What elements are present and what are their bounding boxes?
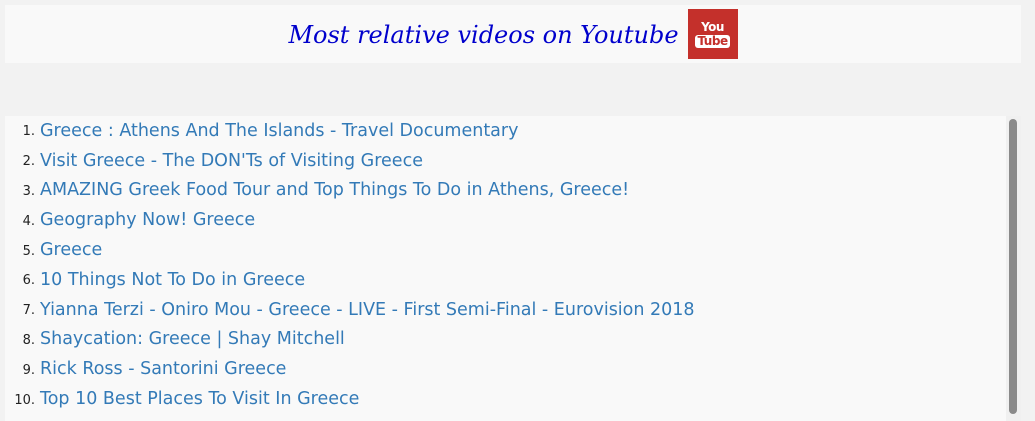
list-item: 3. AMAZING Greek Food Tour and Top Thing… (5, 176, 1021, 206)
list-item-number: 4. (22, 213, 35, 229)
video-link[interactable]: Rick Ross - Santorini Greece (40, 359, 286, 379)
video-link[interactable]: Greece (40, 240, 102, 260)
list-item-number: 8. (22, 332, 35, 348)
vertical-scrollbar[interactable] (1006, 116, 1021, 421)
list-item: 4. Geography Now! Greece (5, 205, 1021, 235)
list-item-number: 3. (22, 183, 35, 199)
video-link[interactable]: Visit Greece - The DON'Ts of Visiting Gr… (40, 151, 423, 171)
video-link[interactable]: Yianna Terzi - Oniro Mou - Greece - LIVE… (40, 300, 695, 320)
list-item: 5. Greece (5, 235, 1021, 265)
video-link[interactable]: Geography Now! Greece (40, 210, 255, 230)
list-item-number: 10. (14, 392, 35, 408)
video-link[interactable]: 10 Things Not To Do in Greece (40, 270, 305, 290)
list-item-number: 7. (22, 303, 35, 319)
youtube-logo-tube-text: Tube (695, 33, 730, 48)
list-item-number: 5. (22, 243, 35, 259)
list-item: 8. Shaycation: Greece | Shay Mitchell (5, 325, 1021, 355)
list-item-number: 9. (22, 362, 35, 378)
list-item: 10. Top 10 Best Places To Visit In Greec… (5, 384, 1021, 414)
header-bar: Most relative videos on Youtube You Tube (5, 5, 1021, 63)
list-item: 6. 10 Things Not To Do in Greece (5, 265, 1021, 295)
video-link[interactable]: Shaycation: Greece | Shay Mitchell (40, 329, 345, 349)
video-link[interactable]: Greece : Athens And The Islands - Travel… (40, 121, 518, 141)
list-item-number: 1. (22, 124, 35, 140)
video-link[interactable]: Top 10 Best Places To Visit In Greece (40, 389, 359, 409)
youtube-icon: You Tube (687, 9, 738, 59)
video-list-panel: 1. Greece : Athens And The Islands - Tra… (5, 116, 1021, 421)
list-item-number: 2. (22, 154, 35, 170)
list-item: 9. Rick Ross - Santorini Greece (5, 354, 1021, 384)
scrollbar-thumb[interactable] (1009, 119, 1017, 414)
list-item: 1. Greece : Athens And The Islands - Tra… (5, 116, 1021, 146)
list-item: 2. Visit Greece - The DON'Ts of Visiting… (5, 146, 1021, 176)
youtube-logo-you-text: You (701, 19, 724, 34)
list-item: 7. Yianna Terzi - Oniro Mou - Greece - L… (5, 295, 1021, 325)
page-title: Most relative videos on Youtube (288, 21, 679, 49)
video-link[interactable]: AMAZING Greek Food Tour and Top Things T… (40, 180, 629, 200)
video-list: 1. Greece : Athens And The Islands - Tra… (5, 116, 1021, 414)
list-item-number: 6. (22, 273, 35, 289)
